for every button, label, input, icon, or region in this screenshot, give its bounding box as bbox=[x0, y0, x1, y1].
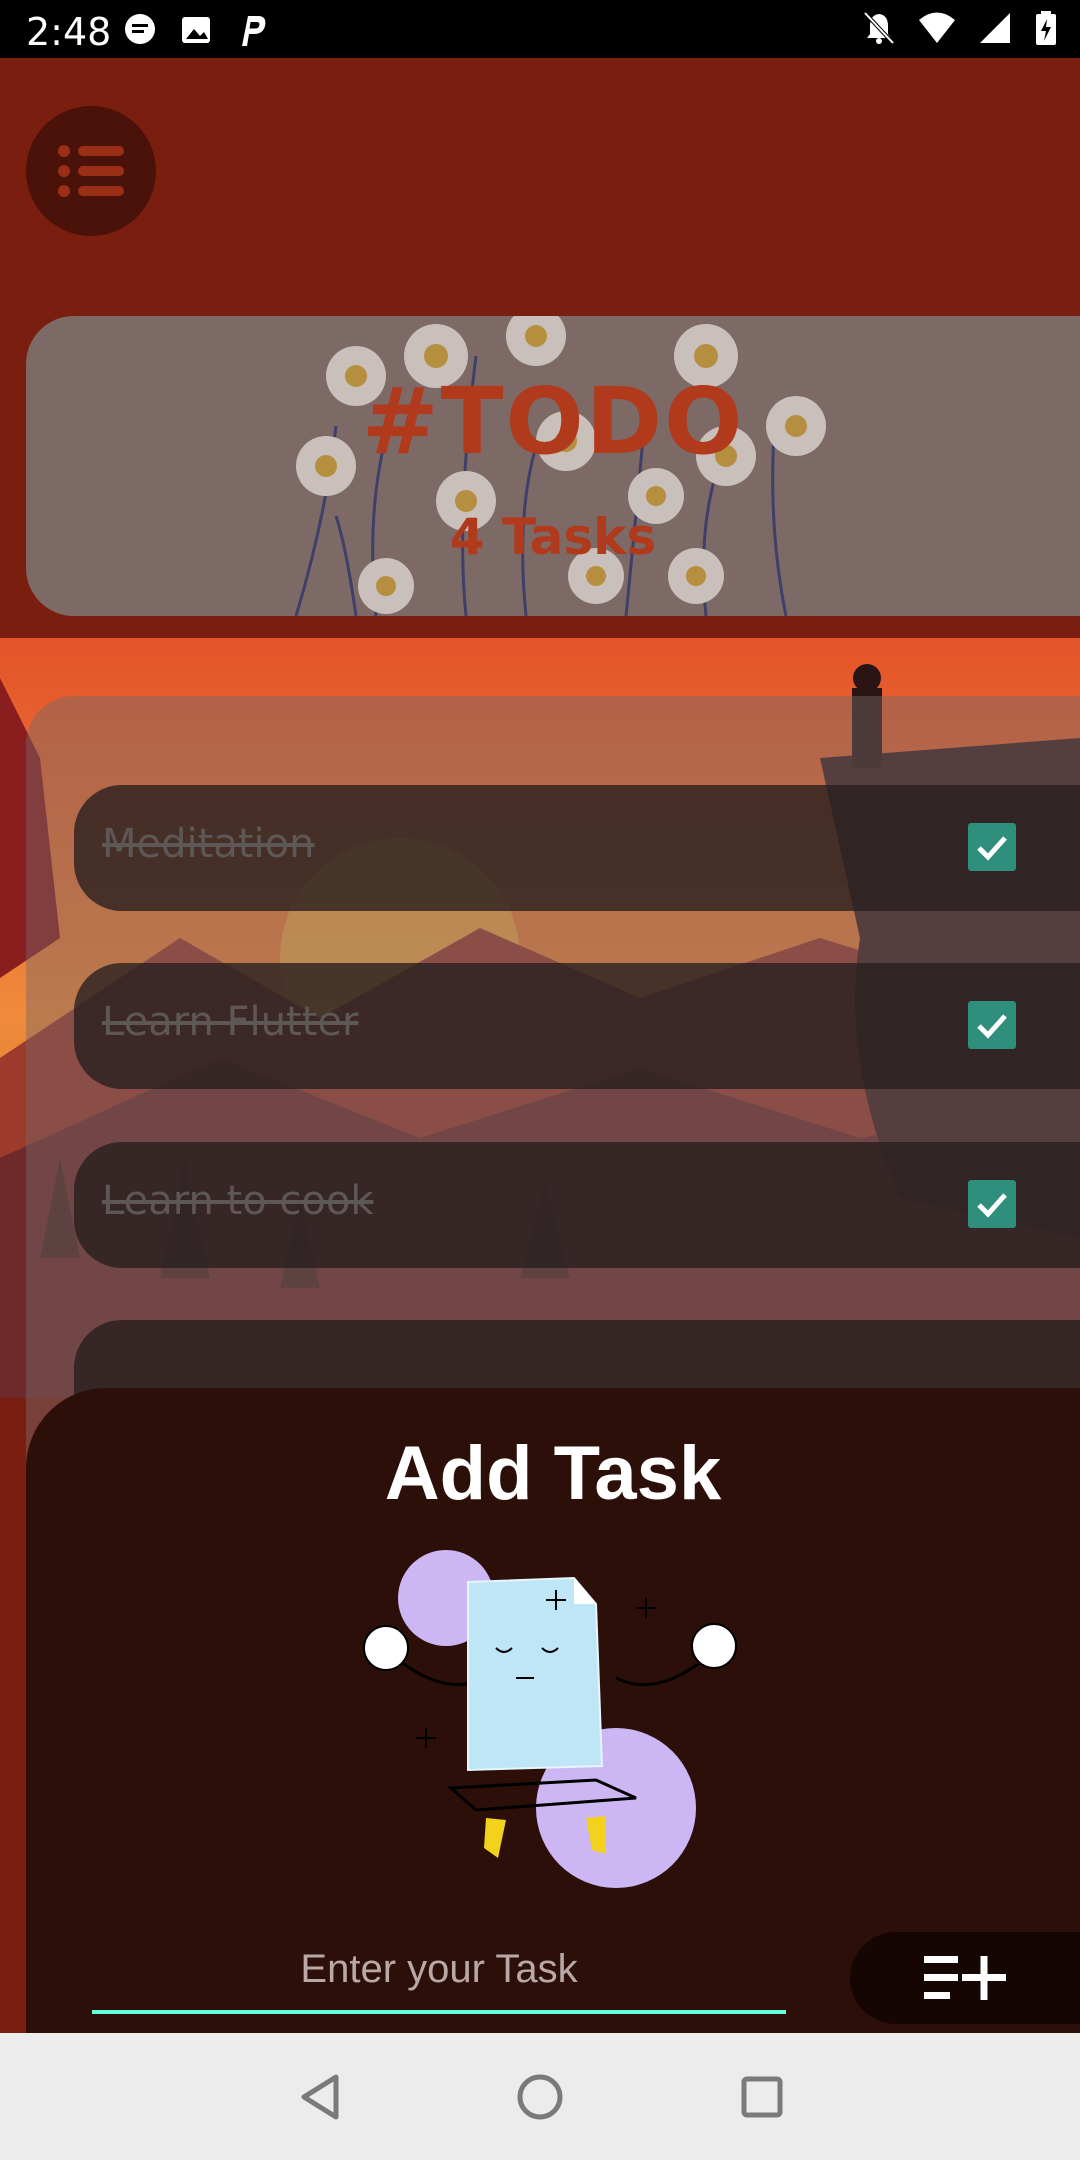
signal-icon bbox=[980, 13, 1010, 43]
recents-icon[interactable] bbox=[736, 2071, 788, 2123]
image-icon bbox=[182, 17, 210, 43]
task-input[interactable] bbox=[92, 1928, 786, 2014]
header-card: #TODO 4 Tasks bbox=[26, 316, 1080, 616]
add-task-sheet: Add Task bbox=[26, 1388, 1080, 2033]
navigation-bar bbox=[0, 2033, 1080, 2160]
header-title: #TODO bbox=[361, 368, 745, 475]
task-checkbox[interactable] bbox=[968, 1001, 1016, 1049]
message-icon bbox=[125, 14, 155, 44]
check-icon bbox=[977, 836, 1007, 861]
wifi-icon bbox=[919, 12, 955, 43]
home-icon[interactable] bbox=[514, 2071, 566, 2123]
task-label: Learn Flutter bbox=[102, 999, 359, 1045]
meditating-note-illustration bbox=[363, 1550, 737, 1888]
sheet-title: Add Task bbox=[384, 1431, 722, 1516]
notifications-off-icon bbox=[863, 11, 895, 45]
task-count: 4 Tasks bbox=[449, 508, 657, 566]
task-label: Learn to cook bbox=[102, 1178, 374, 1224]
task-row[interactable]: Meditation bbox=[74, 785, 1080, 911]
check-icon bbox=[977, 1193, 1007, 1218]
back-icon[interactable] bbox=[296, 2071, 348, 2123]
p-icon bbox=[242, 16, 266, 46]
menu-button[interactable] bbox=[26, 106, 156, 236]
task-label: Meditation bbox=[102, 821, 315, 867]
task-row[interactable]: Learn to cook bbox=[74, 1142, 1080, 1268]
add-task-button[interactable] bbox=[850, 1932, 1080, 2024]
task-checkbox[interactable] bbox=[968, 823, 1016, 871]
list-menu-icon bbox=[58, 145, 124, 197]
battery-icon bbox=[1036, 11, 1056, 45]
app-background: #TODO 4 Tasks Meditation Learn Flutter L… bbox=[0, 58, 1080, 2033]
task-checkbox[interactable] bbox=[968, 1180, 1016, 1228]
task-row[interactable]: Learn Flutter bbox=[74, 963, 1080, 1089]
status-bar: 2:48 bbox=[0, 0, 1080, 58]
status-time: 2:48 bbox=[26, 10, 112, 54]
playlist-add-icon bbox=[924, 1956, 1006, 2000]
check-icon bbox=[977, 1014, 1007, 1039]
